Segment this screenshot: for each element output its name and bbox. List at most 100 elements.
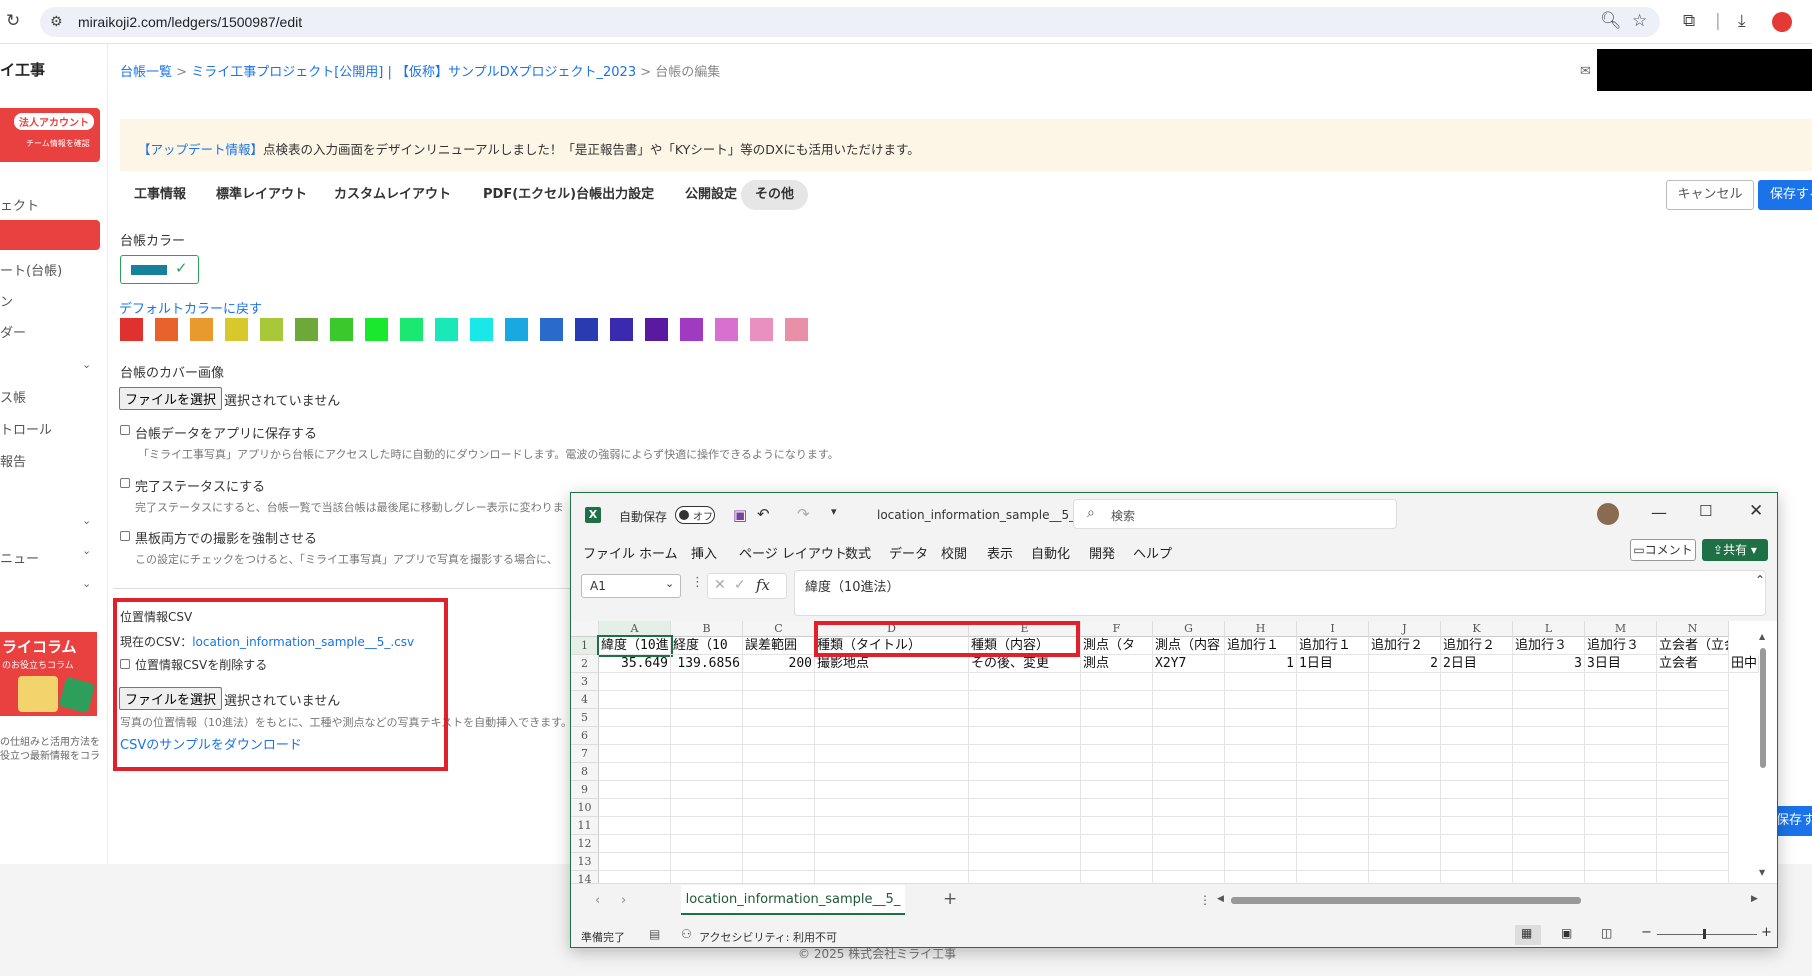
grid-cell[interactable] — [1081, 763, 1153, 781]
grid-cell[interactable] — [599, 745, 671, 763]
user-avatar[interactable] — [1597, 503, 1619, 525]
grid-cell[interactable] — [815, 727, 969, 745]
grid-cell[interactable] — [1297, 763, 1369, 781]
spreadsheet-grid[interactable]: A B C D E F G H I J K L M N 1 緯度（10進 経度（10 誤差範囲 種類（タイトル） 種類… — [571, 621, 1777, 889]
grid-cell[interactable] — [1369, 727, 1441, 745]
grid-cell[interactable] — [815, 763, 969, 781]
bookmark-star-icon[interactable]: ☆ — [1632, 12, 1647, 30]
grid-cell[interactable] — [1225, 727, 1297, 745]
excel-menu-item[interactable]: 数式 — [845, 543, 871, 562]
grid-cell[interactable] — [1585, 781, 1657, 799]
grid-cell[interactable] — [1153, 763, 1225, 781]
grid-cell[interactable] — [969, 709, 1081, 727]
row-header[interactable]: 6 — [571, 727, 599, 745]
palette-swatch[interactable] — [470, 318, 493, 341]
grid-cell[interactable] — [1585, 673, 1657, 691]
grid-cell[interactable] — [1513, 835, 1585, 853]
grid-cell[interactable] — [1081, 853, 1153, 871]
grid-cell[interactable] — [1441, 799, 1513, 817]
grid-cell[interactable] — [671, 781, 743, 799]
grid-cell[interactable]: 緯度（10進 — [597, 635, 673, 657]
page-layout-view-icon[interactable]: ▣ — [1561, 926, 1572, 940]
grid-cell[interactable]: 誤差範囲 — [743, 637, 815, 655]
grid-cell[interactable] — [1441, 745, 1513, 763]
palette-swatch[interactable] — [260, 318, 283, 341]
url-text[interactable]: miraikoji2.com/ledgers/1500987/edit — [78, 14, 302, 30]
row-header[interactable]: 1 — [571, 637, 599, 655]
grid-cell[interactable]: 1 — [1225, 655, 1297, 673]
grid-cell[interactable] — [1153, 709, 1225, 727]
row-header[interactable]: 12 — [571, 835, 599, 853]
vertical-scrollbar[interactable]: ▲ ▼ — [1759, 632, 1767, 878]
row-header[interactable]: 4 — [571, 691, 599, 709]
sidebar-item-project[interactable]: ェクト — [0, 195, 39, 214]
excel-menu-item[interactable]: ページ レイアウト — [739, 543, 847, 562]
grid-cell[interactable] — [743, 727, 815, 745]
column-header[interactable]: L — [1513, 621, 1585, 637]
grid-cell[interactable] — [1369, 835, 1441, 853]
mail-icon[interactable]: ✉ — [1580, 64, 1591, 79]
grid-cell[interactable] — [1513, 781, 1585, 799]
select-all-corner[interactable] — [571, 621, 599, 637]
tab-other[interactable]: その他 — [741, 180, 809, 210]
column-header[interactable]: I — [1297, 621, 1369, 637]
grid-cell[interactable] — [743, 673, 815, 691]
tab-project-info[interactable]: 工事情報 — [120, 180, 200, 210]
grid-cell[interactable]: X2Y7 — [1153, 655, 1225, 673]
name-box-dropdown-icon[interactable]: ⌄ — [665, 577, 674, 590]
grid-cell[interactable] — [1225, 781, 1297, 799]
grid-cell[interactable] — [969, 835, 1081, 853]
grid-cell[interactable] — [1153, 673, 1225, 691]
grid-cell[interactable] — [599, 799, 671, 817]
grid-cell[interactable]: 測点（内容 — [1153, 637, 1225, 655]
insert-function-icon[interactable]: fx — [756, 576, 770, 594]
palette-swatch[interactable] — [400, 318, 423, 341]
grid-cell[interactable] — [599, 853, 671, 871]
close-icon[interactable]: ✕ — [1749, 501, 1763, 521]
grid-cell[interactable] — [1585, 763, 1657, 781]
column-header[interactable]: M — [1585, 621, 1657, 637]
palette-swatch[interactable] — [435, 318, 458, 341]
grid-cell[interactable] — [1441, 781, 1513, 799]
reload-icon[interactable]: ↻ — [6, 12, 20, 30]
comment-button[interactable]: ▭コメント — [1630, 539, 1696, 561]
column-header[interactable]: C — [743, 621, 815, 637]
excel-menu-item[interactable]: 表示 — [987, 543, 1013, 562]
grid-cell[interactable] — [1369, 673, 1441, 691]
grid-cell[interactable] — [671, 835, 743, 853]
grid-cell[interactable] — [1513, 673, 1585, 691]
grid-cell[interactable] — [599, 673, 671, 691]
grid-cell[interactable] — [743, 817, 815, 835]
grid-cell[interactable] — [671, 727, 743, 745]
grid-cell[interactable] — [1153, 745, 1225, 763]
grid-cell[interactable] — [815, 745, 969, 763]
palette-swatch[interactable] — [155, 318, 178, 341]
row-header[interactable]: 5 — [571, 709, 599, 727]
extensions-icon[interactable]: ⧉ — [1683, 12, 1695, 30]
team-info-link[interactable]: チーム情報を確認 — [26, 138, 90, 149]
grid-cell[interactable]: 田中 — [1729, 655, 1759, 673]
grid-cell[interactable] — [1225, 799, 1297, 817]
grid-cell[interactable] — [599, 709, 671, 727]
formula-input[interactable] — [794, 570, 1766, 616]
column-header[interactable]: K — [1441, 621, 1513, 637]
grid-cell[interactable] — [815, 817, 969, 835]
grid-cell[interactable] — [1585, 745, 1657, 763]
board-both-checkbox[interactable] — [120, 531, 130, 541]
excel-menu-item[interactable]: ヘルプ — [1133, 543, 1172, 562]
grid-cell[interactable] — [1657, 673, 1729, 691]
chevron-down-icon[interactable]: ⌄ — [82, 514, 91, 527]
palette-swatch[interactable] — [750, 318, 773, 341]
accessibility-icon[interactable]: ⚇ — [681, 927, 692, 941]
grid-cell[interactable] — [1441, 817, 1513, 835]
grid-cell[interactable] — [1225, 763, 1297, 781]
excel-menu-item[interactable]: 自動化 — [1031, 543, 1070, 562]
grid-cell[interactable] — [1369, 709, 1441, 727]
grid-cell[interactable] — [671, 799, 743, 817]
grid-cell[interactable] — [815, 853, 969, 871]
grid-cell[interactable] — [1297, 727, 1369, 745]
sidebar-item-menu[interactable]: ニュー — [0, 548, 39, 567]
grid-cell[interactable] — [815, 799, 969, 817]
row-header[interactable]: 3 — [571, 673, 599, 691]
grid-cell[interactable]: 立会者 — [1657, 655, 1729, 673]
